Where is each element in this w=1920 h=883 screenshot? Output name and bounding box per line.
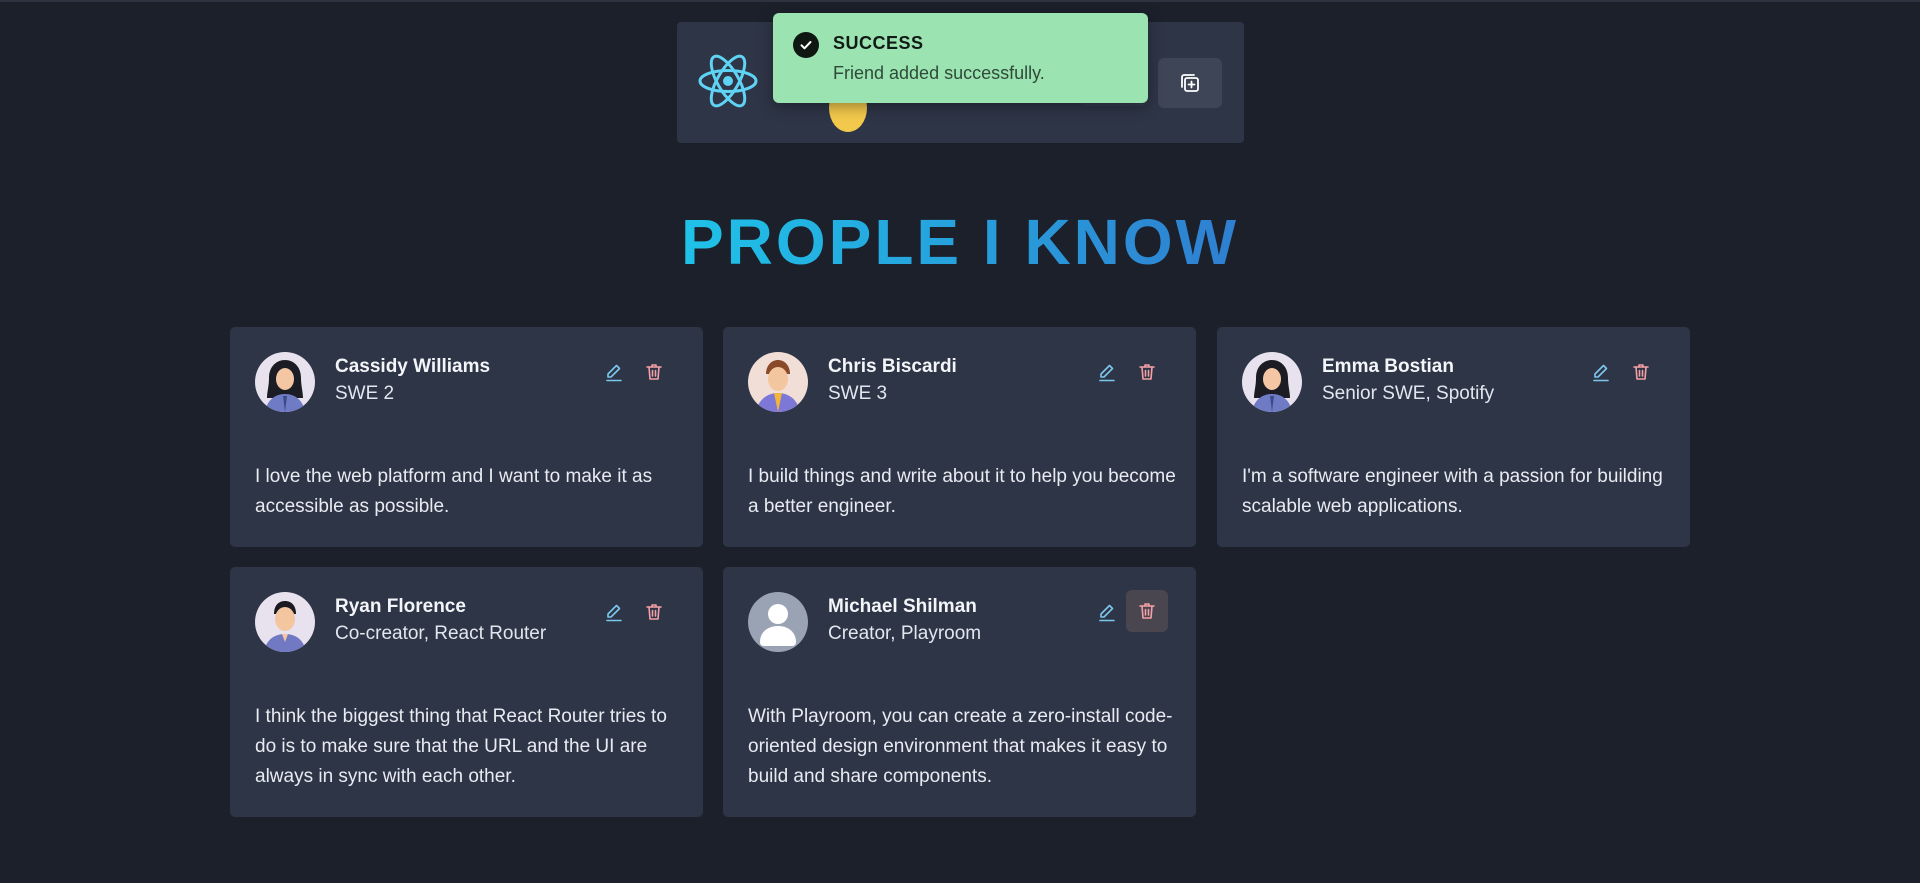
toast-title: SUCCESS xyxy=(833,33,924,53)
person-name: Chris Biscardi xyxy=(828,356,957,377)
person-name: Ryan Florence xyxy=(335,596,466,617)
person-bio: With Playroom, you can create a zero-ins… xyxy=(748,706,1173,787)
add-friend-button[interactable] xyxy=(1158,58,1222,108)
page-title-text: PROPLE I KNOW xyxy=(680,206,1240,278)
person-bio: I build things and write about it to hel… xyxy=(748,466,1176,517)
person-bio: I love the web platform and I want to ma… xyxy=(255,466,653,517)
delete-button[interactable] xyxy=(1126,590,1168,632)
pencil-icon xyxy=(1099,604,1115,622)
edit-button[interactable] xyxy=(1583,354,1619,390)
top-border xyxy=(0,0,1920,2)
person-role: Senior SWE, Spotify xyxy=(1322,383,1495,404)
edit-button[interactable] xyxy=(1089,594,1125,630)
trash-icon xyxy=(1633,364,1649,380)
delete-button[interactable] xyxy=(636,594,672,630)
trash-icon xyxy=(1139,364,1155,380)
person-role: Co-creator, React Router xyxy=(335,623,547,644)
person-role: SWE 3 xyxy=(828,383,888,404)
avatar xyxy=(748,352,808,412)
trash-icon xyxy=(1139,603,1155,619)
delete-button[interactable] xyxy=(1623,354,1659,390)
edit-button[interactable] xyxy=(596,594,632,630)
pencil-icon xyxy=(606,604,622,622)
trash-icon xyxy=(646,604,662,620)
check-circle-icon xyxy=(793,32,819,58)
page-title: PROPLE I KNOW xyxy=(0,205,1920,279)
person-card: Chris Biscardi SWE 3 I build things and … xyxy=(723,327,1196,547)
person-card: Michael Shilman Creator, Playroom With P… xyxy=(723,567,1196,817)
toast-message: Friend added successfully. xyxy=(833,63,1045,83)
avatar xyxy=(1242,352,1302,412)
react-logo-icon[interactable] xyxy=(697,52,759,110)
pencil-icon xyxy=(1099,364,1115,382)
pencil-icon xyxy=(1593,364,1609,382)
add-copy-icon xyxy=(1181,74,1199,92)
person-card: Cassidy Williams SWE 2 I love the web pl… xyxy=(230,327,703,547)
person-card: Ryan Florence Co-creator, React Router I… xyxy=(230,567,703,817)
person-role: Creator, Playroom xyxy=(828,623,982,644)
person-bio: I think the biggest thing that React Rou… xyxy=(255,706,667,787)
person-name: Michael Shilman xyxy=(828,596,977,617)
person-role: SWE 2 xyxy=(335,383,395,404)
pencil-icon xyxy=(606,364,622,382)
edit-button[interactable] xyxy=(1089,354,1125,390)
person-card: Emma Bostian Senior SWE, Spotify I'm a s… xyxy=(1217,327,1690,547)
delete-button[interactable] xyxy=(636,354,672,390)
delete-button[interactable] xyxy=(1129,354,1165,390)
person-name: Cassidy Williams xyxy=(335,356,491,377)
trash-icon xyxy=(646,364,662,380)
edit-button[interactable] xyxy=(596,354,632,390)
avatar-placeholder xyxy=(748,592,808,652)
person-name: Emma Bostian xyxy=(1322,356,1454,377)
success-toast[interactable]: SUCCESS Friend added successfully. xyxy=(773,13,1148,103)
person-bio: I'm a software engineer with a passion f… xyxy=(1242,466,1663,517)
user-icon xyxy=(748,592,808,652)
avatar xyxy=(255,592,315,652)
avatar xyxy=(255,352,315,412)
